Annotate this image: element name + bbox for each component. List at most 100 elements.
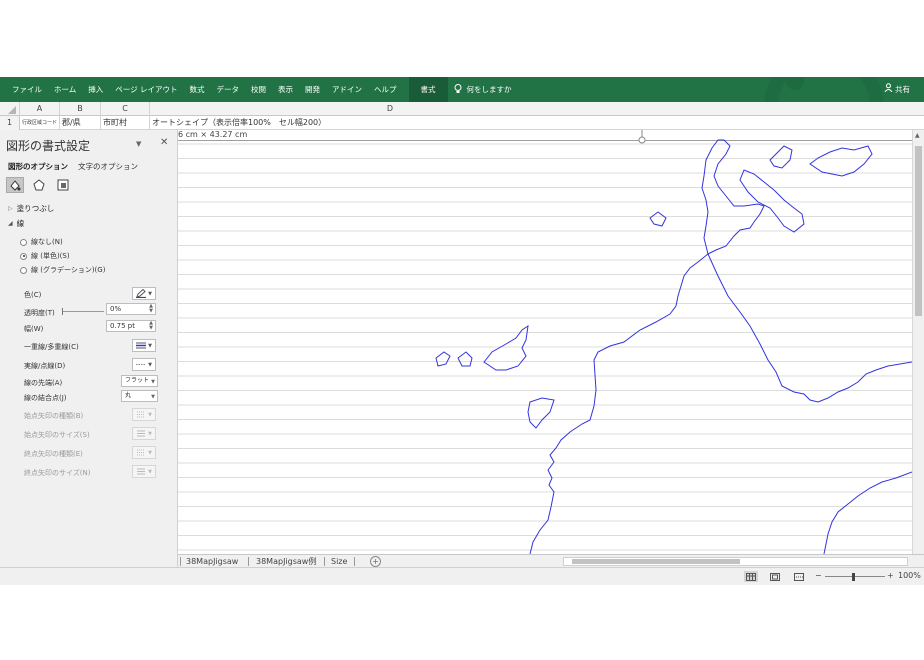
radio-no-line[interactable]: 線なし(N) <box>20 237 63 247</box>
zoom-in-icon[interactable]: + <box>887 571 894 580</box>
dropdown-arrow-icon: ▼ <box>148 290 152 297</box>
transparency-input[interactable]: 0% ▲ ▼ <box>106 303 156 315</box>
tab-formulas[interactable]: 数式 <box>184 77 211 102</box>
tab-format[interactable]: 書式 <box>408 77 448 102</box>
dash-line-icon <box>136 364 147 365</box>
effects-icon[interactable] <box>30 177 48 193</box>
normal-view-icon[interactable] <box>744 571 758 582</box>
pane-close-icon[interactable]: ✕ <box>160 137 168 148</box>
cell-a1[interactable]: 行政区域コード <box>20 116 60 130</box>
select-all-corner[interactable] <box>0 102 20 116</box>
share-button[interactable]: 共有 <box>884 77 910 102</box>
pane-subtabs: 図形のオプション 文字のオプション <box>8 161 138 172</box>
chevron-down-icon: ◢ <box>8 220 13 227</box>
join-type-select[interactable]: 丸 ▼ <box>121 390 158 402</box>
cell-c1[interactable]: 市町村 <box>101 116 150 130</box>
begin-arrow-type-dropdown[interactable]: ▼ <box>132 408 156 421</box>
format-shape-pane: 図形の書式設定 ▼ ✕ 図形のオプション 文字のオプション ▷ 塗りつぶし ◢ … <box>0 130 178 567</box>
compound-line-icon <box>136 342 147 349</box>
dropdown-arrow-icon: ▼ <box>148 342 152 349</box>
compound-type-dropdown[interactable]: ▼ <box>132 339 156 352</box>
tab-separator <box>324 557 325 566</box>
scroll-up-icon[interactable]: ▲ <box>915 132 920 139</box>
dropdown-arrow-icon: ▼ <box>148 468 152 475</box>
column-header-c[interactable]: C <box>101 102 150 116</box>
vertical-scroll-thumb[interactable] <box>915 146 922 316</box>
page-layout-view-icon[interactable] <box>768 571 782 582</box>
line-section-header[interactable]: ◢ 線 <box>8 218 24 229</box>
radio-no-line-label: 線なし(N) <box>31 238 63 246</box>
tab-review[interactable]: 校閲 <box>245 77 272 102</box>
row-header-1[interactable]: 1 <box>0 116 20 130</box>
arrow-size-icon <box>137 430 146 437</box>
tab-addins[interactable]: アドイン <box>326 77 368 102</box>
pencil-icon <box>136 289 147 298</box>
pane-options-chevron-icon[interactable]: ▼ <box>136 140 141 148</box>
tab-separator <box>180 557 181 566</box>
add-sheet-button[interactable]: + <box>370 556 381 567</box>
horizontal-scroll-thumb[interactable] <box>572 559 740 564</box>
worksheet-grid[interactable]: 6 cm × 43.27 cm <box>178 130 912 554</box>
spinner-icon[interactable]: ▲ ▼ <box>149 304 153 314</box>
end-arrow-size-dropdown[interactable]: ▼ <box>132 465 156 478</box>
fill-section-header[interactable]: ▷ 塗りつぶし <box>8 203 54 214</box>
tab-data[interactable]: データ <box>211 77 246 102</box>
radio-solid-line-label: 線 (単色)(S) <box>31 252 70 260</box>
tab-home[interactable]: ホーム <box>48 77 82 102</box>
width-label: 幅(W) <box>24 325 44 333</box>
column-header-b[interactable]: B <box>60 102 101 116</box>
dropdown-arrow-icon: ▼ <box>151 394 155 400</box>
end-arrow-type-dropdown[interactable]: ▼ <box>132 446 156 459</box>
rotation-handle-icon[interactable] <box>632 130 646 144</box>
end-arrow-type-label: 終点矢印の種類(E) <box>24 450 83 458</box>
compound-type-label: 一重線/多重線(C) <box>24 343 79 351</box>
fill-line-icon[interactable] <box>6 177 24 193</box>
column-header-d[interactable]: D <box>150 102 924 116</box>
pane-category-icons <box>6 177 72 193</box>
tab-file[interactable]: ファイル <box>6 77 48 102</box>
tab-shape-options[interactable]: 図形のオプション <box>8 161 68 172</box>
spinner-icon[interactable]: ▲ ▼ <box>149 321 153 331</box>
tab-help[interactable]: ヘルプ <box>368 77 403 102</box>
zoom-level[interactable]: 100% <box>898 571 921 580</box>
cap-type-select[interactable]: フラット ▼ <box>121 375 158 387</box>
tab-page-layout[interactable]: ページ レイアウト <box>109 77 183 102</box>
horizontal-scrollbar[interactable] <box>563 557 908 566</box>
radio-solid-line[interactable]: 線 (単色)(S) <box>20 251 70 261</box>
vertical-scrollbar[interactable]: ▲ ▼ <box>912 130 924 567</box>
line-section-label: 線 <box>16 219 25 228</box>
map-shape[interactable] <box>178 130 912 554</box>
size-properties-icon[interactable] <box>54 177 72 193</box>
tab-developer[interactable]: 開発 <box>299 77 326 102</box>
zoom-slider[interactable] <box>825 576 885 577</box>
page-break-view-icon[interactable] <box>792 571 806 582</box>
column-header-a[interactable]: A <box>20 102 60 116</box>
line-color-dropdown[interactable]: ▼ <box>132 287 156 300</box>
tab-view[interactable]: 表示 <box>272 77 299 102</box>
radio-circle <box>20 238 27 246</box>
cell-b1[interactable]: 郡/県 <box>60 116 101 130</box>
radio-circle <box>20 266 27 274</box>
tab-text-options[interactable]: 文字のオプション <box>78 161 138 172</box>
zoom-slider-knob[interactable] <box>852 573 855 581</box>
transparency-slider[interactable] <box>62 308 104 315</box>
ribbon: ファイル ホーム 挿入 ページ レイアウト 数式 データ 校閲 表示 開発 アド… <box>0 77 924 102</box>
tab-insert[interactable]: 挿入 <box>82 77 109 102</box>
tell-me-label: 何をしますか <box>466 85 512 94</box>
zoom-out-icon[interactable]: − <box>815 571 822 580</box>
begin-arrow-size-dropdown[interactable]: ▼ <box>132 427 156 440</box>
width-input[interactable]: 0.75 pt ▲ ▼ <box>106 320 156 332</box>
begin-arrow-type-label: 始点矢印の種類(B) <box>24 412 84 420</box>
tab-separator <box>248 557 249 566</box>
column-header-row: A B C D <box>0 102 924 116</box>
tell-me-box[interactable]: 何をしますか <box>454 83 512 96</box>
radio-circle-checked <box>20 252 27 260</box>
share-label: 共有 <box>895 85 910 94</box>
dropdown-arrow-icon: ▼ <box>148 361 152 368</box>
lightbulb-icon <box>454 83 462 96</box>
cell-d1[interactable]: オートシェイプ（表示倍率100% セル幅200） <box>150 116 650 130</box>
radio-gradient-line[interactable]: 線 (グラデーション)(G) <box>20 265 105 275</box>
ribbon-decoration <box>764 77 884 102</box>
dropdown-arrow-icon: ▼ <box>151 379 155 385</box>
dash-type-dropdown[interactable]: ▼ <box>132 358 156 371</box>
